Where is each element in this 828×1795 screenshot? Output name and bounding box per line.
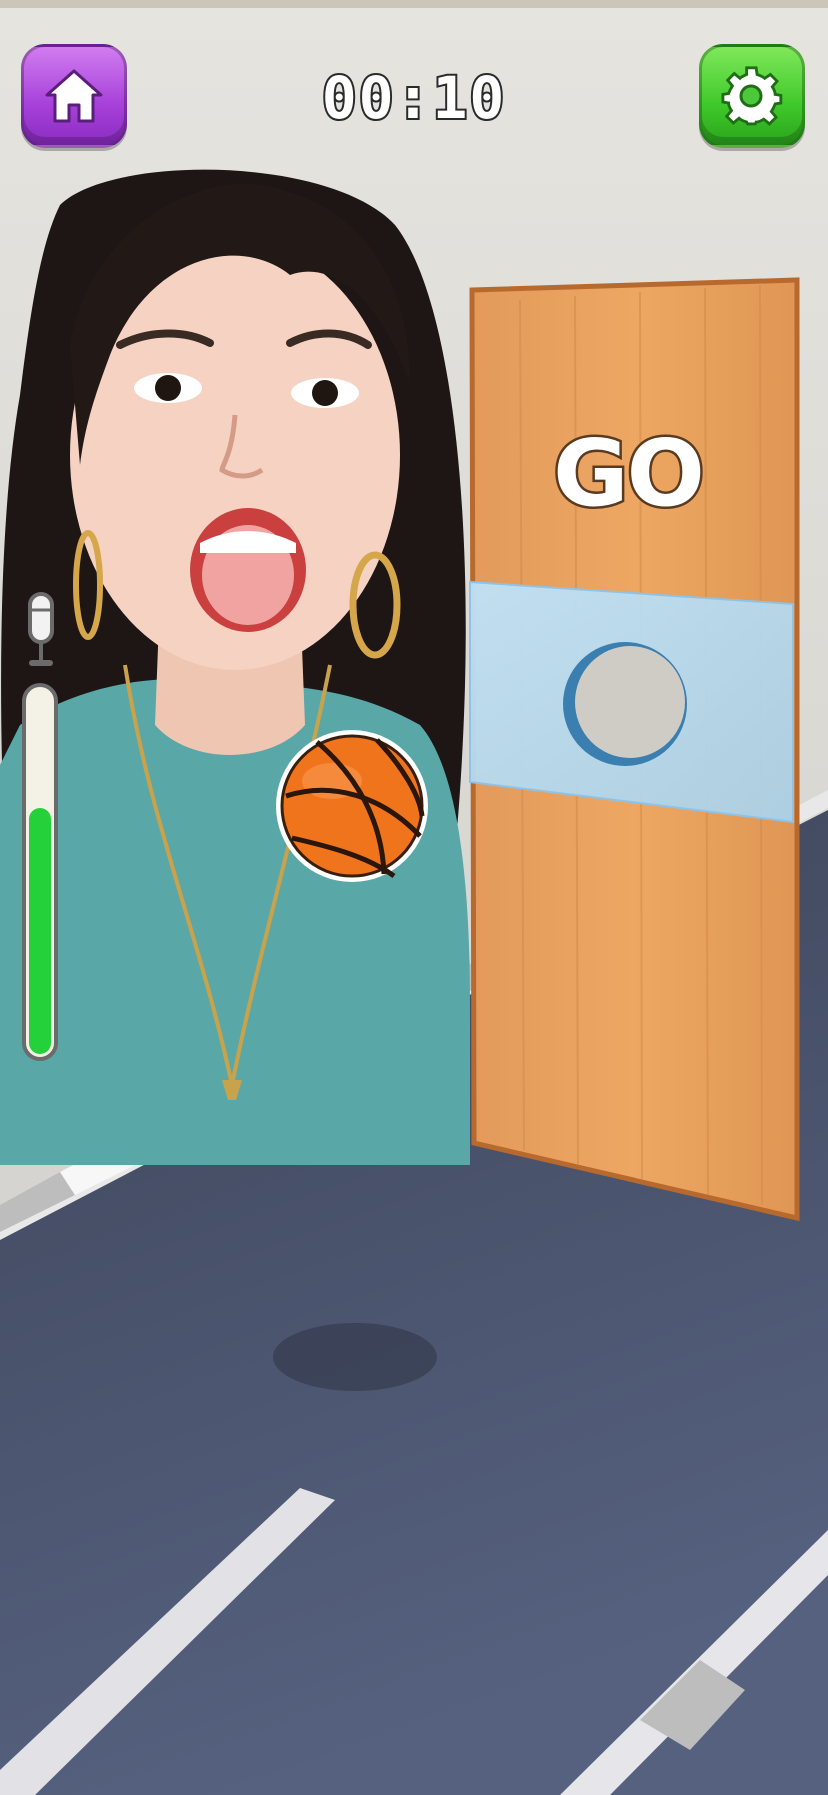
settings-button[interactable]	[699, 44, 805, 148]
basketball-icon[interactable]	[272, 726, 432, 886]
game-scene: GO 00:10	[0, 0, 828, 1795]
voice-level-meter	[22, 683, 58, 1061]
board-label: GO	[551, 418, 708, 530]
microphone-icon	[28, 592, 54, 666]
wooden-board	[469, 277, 800, 1222]
voice-level-fill	[29, 808, 51, 1054]
gear-icon	[721, 66, 783, 126]
